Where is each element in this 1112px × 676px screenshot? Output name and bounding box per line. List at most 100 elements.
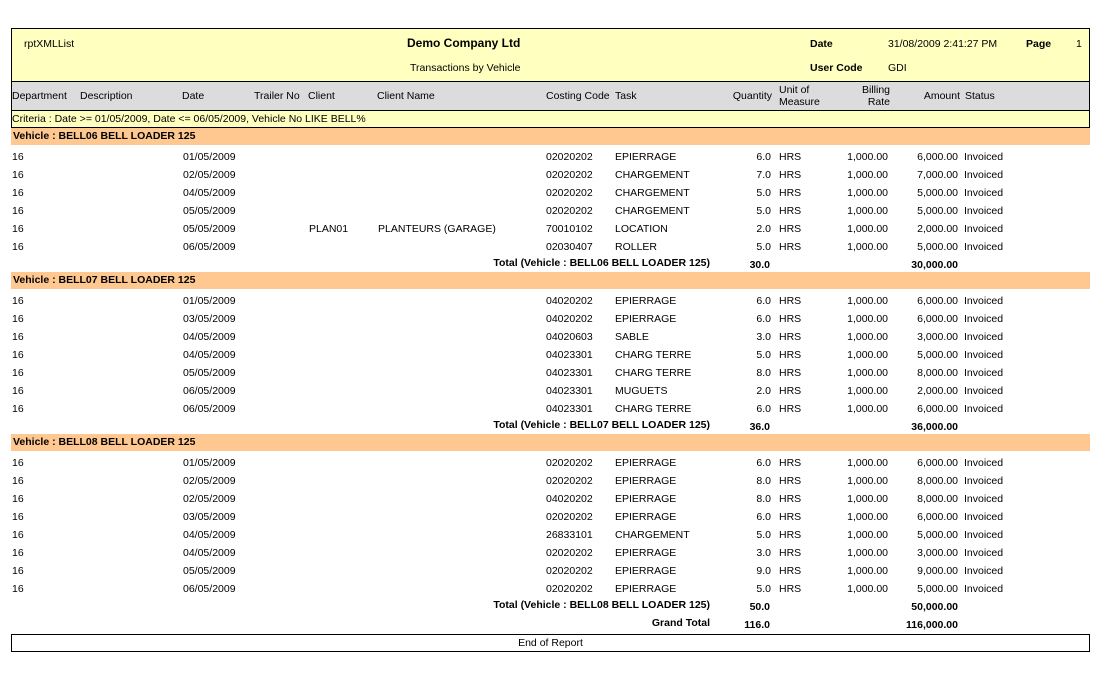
col-date: Date bbox=[182, 90, 205, 102]
cell-date: 01/05/2009 bbox=[183, 151, 236, 163]
cell-amount: 3,000.00 bbox=[917, 547, 958, 559]
col-task: Task bbox=[615, 90, 637, 102]
cell-task: ROLLER bbox=[615, 241, 658, 253]
cell-uom: HRS bbox=[779, 313, 802, 325]
cell-amount: 8,000.00 bbox=[917, 493, 958, 505]
cell-quantity: 6.0 bbox=[756, 511, 771, 523]
cell-uom: HRS bbox=[779, 187, 802, 199]
cell-date: 02/05/2009 bbox=[183, 169, 236, 181]
cell-billing-rate: 1,000.00 bbox=[847, 223, 888, 235]
cell-task: CHARG TERRE bbox=[615, 367, 692, 379]
cell-billing-rate: 1,000.00 bbox=[847, 457, 888, 469]
cell-date: 06/05/2009 bbox=[183, 583, 236, 595]
cell-uom: HRS bbox=[779, 169, 802, 181]
cell-amount: 2,000.00 bbox=[917, 223, 958, 235]
cell-department: 16 bbox=[12, 151, 24, 163]
cell-costing-code: 02020202 bbox=[546, 457, 593, 469]
cell-billing-rate: 1,000.00 bbox=[847, 403, 888, 415]
group-total-amount: 50,000.00 bbox=[911, 601, 958, 613]
date-label: Date bbox=[810, 38, 833, 50]
col-quantity: Quantity bbox=[732, 90, 772, 102]
col-billing-line2: Rate bbox=[867, 96, 890, 108]
cell-department: 16 bbox=[12, 475, 24, 487]
cell-date: 03/05/2009 bbox=[183, 511, 236, 523]
cell-amount: 5,000.00 bbox=[917, 241, 958, 253]
cell-status: Invoiced bbox=[964, 511, 1004, 523]
cell-date: 04/05/2009 bbox=[183, 529, 236, 541]
cell-quantity: 6.0 bbox=[756, 403, 771, 415]
cell-status: Invoiced bbox=[964, 565, 1004, 577]
cell-amount: 8,000.00 bbox=[917, 367, 958, 379]
cell-costing-code: 02020202 bbox=[546, 205, 593, 217]
cell-date: 04/05/2009 bbox=[183, 349, 236, 361]
cell-quantity: 3.0 bbox=[756, 331, 771, 343]
cell-amount: 5,000.00 bbox=[917, 349, 958, 361]
cell-status: Invoiced bbox=[964, 403, 1004, 415]
cell-date: 01/05/2009 bbox=[183, 295, 236, 307]
cell-task: EPIERRAGE bbox=[615, 511, 677, 523]
cell-quantity: 8.0 bbox=[756, 367, 771, 379]
col-costing-code: Costing Code bbox=[546, 90, 610, 102]
group-total-label: Total (Vehicle : BELL06 BELL LOADER 125) bbox=[493, 257, 710, 269]
cell-date: 01/05/2009 bbox=[183, 457, 236, 469]
cell-department: 16 bbox=[12, 313, 24, 325]
criteria-text: Criteria : Date >= 01/05/2009, Date <= 0… bbox=[12, 113, 366, 125]
cell-date: 04/05/2009 bbox=[183, 187, 236, 199]
cell-billing-rate: 1,000.00 bbox=[847, 385, 888, 397]
cell-date: 02/05/2009 bbox=[183, 493, 236, 505]
cell-status: Invoiced bbox=[964, 295, 1004, 307]
vehicle-title: Vehicle : BELL07 BELL LOADER 125 bbox=[13, 274, 196, 286]
cell-date: 05/05/2009 bbox=[183, 565, 236, 577]
cell-department: 16 bbox=[12, 511, 24, 523]
col-department: Department bbox=[12, 90, 67, 102]
group-total-quantity: 36.0 bbox=[749, 421, 770, 433]
cell-date: 05/05/2009 bbox=[183, 205, 236, 217]
cell-date: 02/05/2009 bbox=[183, 475, 236, 487]
cell-amount: 3,000.00 bbox=[917, 331, 958, 343]
cell-task: EPIERRAGE bbox=[615, 493, 677, 505]
cell-costing-code: 04020202 bbox=[546, 493, 593, 505]
cell-department: 16 bbox=[12, 547, 24, 559]
cell-costing-code: 02020202 bbox=[546, 475, 593, 487]
cell-department: 16 bbox=[12, 583, 24, 595]
cell-client-name: PLANTEURS (GARAGE) bbox=[378, 223, 496, 235]
cell-billing-rate: 1,000.00 bbox=[847, 295, 888, 307]
cell-quantity: 5.0 bbox=[756, 583, 771, 595]
cell-uom: HRS bbox=[779, 547, 802, 559]
cell-costing-code: 02020202 bbox=[546, 511, 593, 523]
cell-billing-rate: 1,000.00 bbox=[847, 475, 888, 487]
cell-department: 16 bbox=[12, 169, 24, 181]
cell-department: 16 bbox=[12, 457, 24, 469]
cell-amount: 5,000.00 bbox=[917, 583, 958, 595]
grand-total-amount: 116,000.00 bbox=[906, 619, 958, 631]
cell-task: CHARG TERRE bbox=[615, 349, 692, 361]
report-subtitle: Transactions by Vehicle bbox=[410, 62, 521, 74]
vehicle-group-header: Vehicle : BELL08 BELL LOADER 125 bbox=[11, 434, 1090, 451]
cell-status: Invoiced bbox=[964, 169, 1004, 181]
vehicle-group-header: Vehicle : BELL07 BELL LOADER 125 bbox=[11, 272, 1090, 289]
cell-task: SABLE bbox=[615, 331, 649, 343]
col-amount: Amount bbox=[923, 90, 960, 102]
company-name: Demo Company Ltd bbox=[407, 36, 521, 50]
cell-uom: HRS bbox=[779, 529, 802, 541]
col-billing-line1: Billing bbox=[861, 84, 890, 96]
col-description: Description bbox=[80, 90, 133, 102]
col-uom-line1: Unit of bbox=[779, 84, 810, 96]
cell-costing-code: 02020202 bbox=[546, 547, 593, 559]
col-client: Client bbox=[308, 90, 335, 102]
cell-department: 16 bbox=[12, 385, 24, 397]
cell-uom: HRS bbox=[779, 151, 802, 163]
cell-billing-rate: 1,000.00 bbox=[847, 583, 888, 595]
cell-quantity: 6.0 bbox=[756, 151, 771, 163]
cell-quantity: 5.0 bbox=[756, 529, 771, 541]
cell-costing-code: 02020202 bbox=[546, 187, 593, 199]
cell-quantity: 2.0 bbox=[756, 223, 771, 235]
cell-status: Invoiced bbox=[964, 367, 1004, 379]
cell-task: EPIERRAGE bbox=[615, 547, 677, 559]
cell-billing-rate: 1,000.00 bbox=[847, 187, 888, 199]
cell-billing-rate: 1,000.00 bbox=[847, 169, 888, 181]
group-total-amount: 36,000.00 bbox=[911, 421, 958, 433]
cell-status: Invoiced bbox=[964, 583, 1004, 595]
cell-amount: 2,000.00 bbox=[917, 385, 958, 397]
cell-quantity: 6.0 bbox=[756, 313, 771, 325]
